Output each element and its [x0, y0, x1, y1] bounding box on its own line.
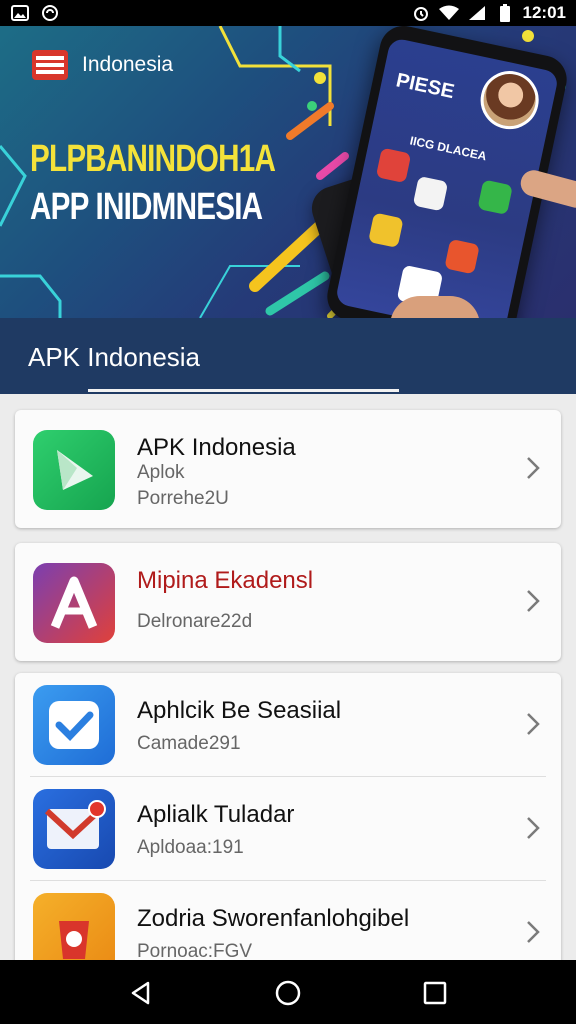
tab-indicator [88, 389, 399, 392]
app-meta: Delronare22d [137, 611, 253, 632]
home-icon[interactable] [275, 980, 301, 1006]
sync-notification-icon [40, 4, 60, 22]
play-triangle-icon [33, 430, 115, 510]
app-list[interactable]: APK Indonesia Aplok Porrehe2U Mipina Eka… [0, 394, 576, 960]
app-meta: Apldoaa:191 [137, 837, 244, 858]
status-bar: 12:01 [0, 0, 576, 26]
chevron-right-icon[interactable] [523, 711, 543, 737]
chevron-right-icon[interactable] [523, 815, 543, 841]
app-card[interactable]: Aphlcik Be Seasiial Camade291 Aplialk Tu… [15, 673, 561, 960]
signal-icon [467, 4, 487, 22]
hero-brand: Indonesia [32, 50, 173, 80]
hero-title-line1: PLPBANINDOH1A [30, 138, 276, 180]
hero-brand-text: Indonesia [82, 53, 174, 76]
status-time: 12:01 [522, 3, 566, 22]
shopping-bag-icon [33, 893, 115, 960]
app-meta: Porrehe2U [137, 488, 229, 509]
page-title: APK Indonesia [28, 342, 201, 372]
letter-a-icon [33, 563, 115, 643]
back-icon[interactable] [128, 980, 154, 1006]
app-subtitle: Aplok [137, 462, 185, 483]
mail-play-icon [33, 789, 115, 869]
list-item[interactable]: Aphlcik Be Seasiial Camade291 [15, 673, 561, 777]
app-tile-icon [477, 179, 513, 216]
app-bar: APK Indonesia [0, 318, 576, 394]
wifi-icon [438, 4, 459, 22]
app-meta: Camade291 [137, 733, 241, 754]
list-item[interactable]: APK Indonesia Aplok Porrehe2U [15, 410, 561, 528]
app-name: Mipina Ekadensl [137, 567, 314, 594]
hero-banner[interactable]: Indonesia PLPBANINDOH1A APP INIDMNESIA P… [0, 26, 576, 318]
hero-title-line2: APP INIDMNESIA [30, 186, 263, 228]
battery-icon [495, 4, 515, 22]
checkmark-icon [33, 685, 115, 765]
list-item[interactable]: Aplialk Tuladar Apldoaa:191 [15, 777, 561, 881]
system-nav-bar [0, 960, 576, 1024]
phone-screen-subtitle: IICG DLACEA [408, 133, 488, 164]
list-item[interactable]: Zodria Sworenfanlohgibel Pornoac:FGV [15, 881, 561, 960]
app-name: Aplialk Tuladar [137, 801, 295, 828]
brand-logo-icon [32, 50, 68, 80]
app-name: Zodria Sworenfanlohgibel [137, 905, 410, 932]
chevron-right-icon[interactable] [523, 588, 543, 614]
app-tile-icon [368, 212, 404, 249]
app-card[interactable]: APK Indonesia Aplok Porrehe2U [15, 410, 561, 528]
app-card[interactable]: Mipina Ekadensl Delronare22d [15, 543, 561, 661]
recents-icon[interactable] [422, 980, 448, 1006]
chevron-right-icon[interactable] [523, 455, 543, 481]
app-name: APK Indonesia [137, 434, 296, 461]
phone-screen-title: PIESE [394, 69, 457, 104]
app-name: Aphlcik Be Seasiial [137, 697, 342, 724]
app-tile-icon [444, 238, 480, 275]
app-tile-icon [375, 147, 412, 184]
chevron-right-icon[interactable] [523, 919, 543, 945]
image-notification-icon [10, 4, 30, 22]
app-tile-icon [412, 175, 449, 212]
avatar [475, 65, 545, 135]
list-item[interactable]: Mipina Ekadensl Delronare22d [15, 543, 561, 661]
app-meta: Pornoac:FGV [137, 941, 253, 960]
alarm-icon [411, 4, 431, 22]
